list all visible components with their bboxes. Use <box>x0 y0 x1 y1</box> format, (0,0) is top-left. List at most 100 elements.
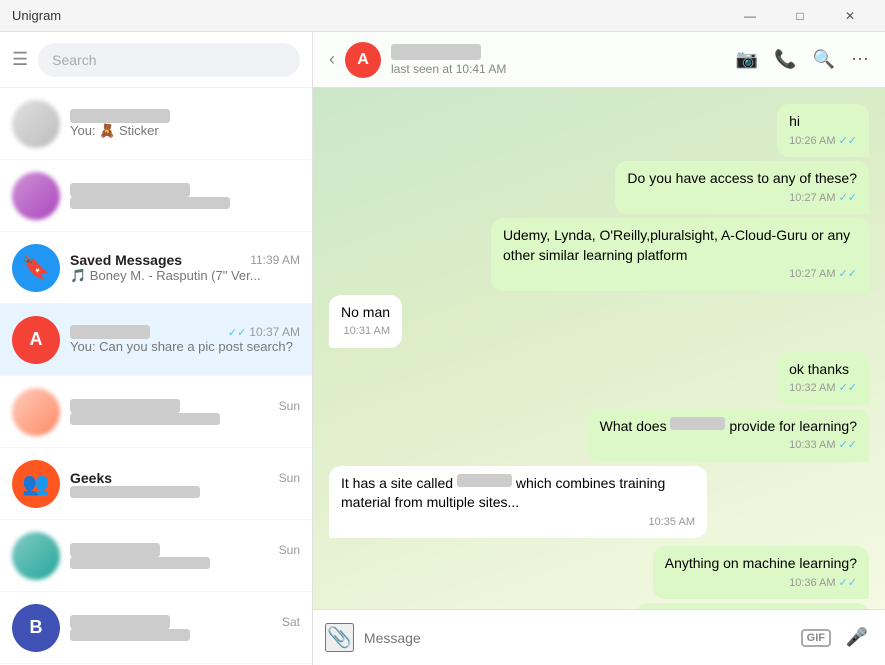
chat-info: Sun <box>70 399 300 425</box>
window-controls: — □ ✕ <box>727 0 873 32</box>
contact-avatar: A <box>345 42 381 78</box>
message-time: 10:27 AM <box>789 191 835 206</box>
search-icon[interactable]: 🔍 <box>813 49 835 70</box>
chat-preview: You: Can you share a pic post search? <box>70 339 300 354</box>
more-options-icon[interactable]: ⋯ <box>851 49 869 70</box>
contact-status: last seen at 10:41 AM <box>391 62 726 76</box>
message-time: 10:27 AM <box>789 267 835 282</box>
message-time: 10:32 AM <box>789 381 835 396</box>
chat-header: ‹ A last seen at 10:41 AM 📷 📞 🔍 ⋯ <box>313 32 885 88</box>
avatar <box>12 532 60 580</box>
message-text: Anything on machine learning? <box>665 555 857 571</box>
app-title: Unigram <box>12 8 61 23</box>
message-text: What does <box>600 418 671 434</box>
mic-button[interactable]: 🎤 <box>841 622 873 654</box>
search-box[interactable]: Search <box>38 43 300 77</box>
chat-item[interactable] <box>0 160 312 232</box>
chat-name: Geeks <box>70 470 112 486</box>
chat-time: ✓✓ 10:37 AM <box>228 325 300 339</box>
message-text: Do you have access to any of these? <box>627 170 857 186</box>
avatar: 👥 <box>12 460 60 508</box>
chat-info: You: 🧸 Sticker <box>70 109 300 139</box>
avatar <box>12 172 60 220</box>
chat-item-saved-messages[interactable]: 🔖 Saved Messages 11:39 AM 🎵 Boney M. - R… <box>0 232 312 304</box>
chat-name <box>70 109 170 123</box>
message-bubble: hi 10:26 AM ✓✓ <box>777 104 869 157</box>
avatar <box>12 388 60 436</box>
chat-item[interactable]: Sun <box>0 520 312 592</box>
chat-time: 11:39 AM <box>250 253 300 267</box>
chat-item[interactable]: You: 🧸 Sticker <box>0 88 312 160</box>
back-button[interactable]: ‹ <box>329 49 335 70</box>
chat-info: Sun <box>70 543 300 569</box>
chat-item-active[interactable]: A ✓✓ 10:37 AM You: Can you share a pic p… <box>0 304 312 376</box>
message-ticks: ✓✓ <box>839 576 857 591</box>
message-ticks: ✓✓ <box>839 191 857 206</box>
message-bubble: No man 10:31 AM <box>329 295 402 348</box>
chat-list: You: 🧸 Sticker 🔖 <box>0 88 312 665</box>
message-bubble: Do you have access to any of these? 10:2… <box>615 161 869 214</box>
chat-info: Saved Messages 11:39 AM 🎵 Boney M. - Ras… <box>70 252 300 284</box>
chat-info <box>70 183 300 209</box>
message-bubble: It has a site called which combines trai… <box>329 466 707 539</box>
chat-time: Sat <box>282 615 300 629</box>
chat-preview <box>70 197 300 209</box>
chat-time: Sun <box>279 543 300 557</box>
chat-name <box>70 543 160 557</box>
message-time: 10:36 AM <box>789 576 835 591</box>
message-bubble: Anything on machine learning? 10:36 AM ✓… <box>653 546 869 599</box>
minimize-button[interactable]: — <box>727 0 773 32</box>
message-text: No man <box>341 304 390 320</box>
message-bubble: Can you share a pic post search? 10:37 A… <box>636 603 869 609</box>
call-icon[interactable]: 📞 <box>774 49 796 70</box>
message-bubble: Udemy, Lynda, O'Reilly,pluralsight, A-Cl… <box>491 218 869 291</box>
chat-name <box>70 399 180 413</box>
message-ticks: ✓✓ <box>839 438 857 453</box>
avatar: A <box>12 316 60 364</box>
message-input[interactable] <box>364 619 791 657</box>
chat-preview: You: 🧸 Sticker <box>70 123 300 139</box>
chat-name: Saved Messages <box>70 252 182 268</box>
titlebar: Unigram — □ ✕ <box>0 0 885 32</box>
chat-time: Sun <box>279 471 300 485</box>
header-actions: 📷 📞 🔍 ⋯ <box>736 49 869 70</box>
message-bubble: What does provide for learning? 10:33 AM… <box>588 409 869 462</box>
message-text: It has a site called <box>341 475 457 491</box>
message-input-area: 📎 GIF 🎤 <box>313 609 885 665</box>
chat-name <box>70 325 150 339</box>
chat-info: ✓✓ 10:37 AM You: Can you share a pic pos… <box>70 325 300 354</box>
message-text: ok thanks <box>789 361 849 377</box>
chat-name <box>70 615 170 629</box>
avatar: 🔖 <box>12 244 60 292</box>
message-text: Udemy, Lynda, O'Reilly,pluralsight, A-Cl… <box>503 227 850 263</box>
message-text: hi <box>789 113 800 129</box>
message-ticks: ✓✓ <box>839 381 857 396</box>
menu-icon[interactable]: ☰ <box>12 49 28 70</box>
chat-info: Geeks Sun <box>70 470 300 498</box>
message-time: 10:35 AM <box>649 515 695 530</box>
chat-item-geeks[interactable]: 👥 Geeks Sun <box>0 448 312 520</box>
attach-button[interactable]: 📎 <box>325 623 354 652</box>
chat-item[interactable]: B Sat <box>0 592 312 664</box>
close-button[interactable]: ✕ <box>827 0 873 32</box>
sidebar: ☰ Search You: 🧸 Sticker <box>0 32 313 665</box>
message-time: 10:26 AM <box>789 134 835 149</box>
video-call-icon[interactable]: 📷 <box>736 49 758 70</box>
message-ticks: ✓✓ <box>839 267 857 282</box>
message-ticks: ✓✓ <box>839 134 857 149</box>
avatar: B <box>12 604 60 652</box>
message-time: 10:31 AM <box>344 324 390 339</box>
contact-info: last seen at 10:41 AM <box>391 44 726 76</box>
contact-name <box>391 44 481 60</box>
avatar <box>12 100 60 148</box>
chat-time: Sun <box>279 399 300 413</box>
chat-item[interactable]: Sun <box>0 376 312 448</box>
chat-name <box>70 183 190 197</box>
chat-info: Sat <box>70 615 300 641</box>
messages-area: hi 10:26 AM ✓✓ Do you have access to any… <box>313 88 885 609</box>
message-time: 10:33 AM <box>789 438 835 453</box>
sidebar-header: ☰ Search <box>0 32 312 88</box>
chat-preview: 🎵 Boney M. - Rasputin (7" Ver... <box>70 268 300 284</box>
maximize-button[interactable]: □ <box>777 0 823 32</box>
gif-button[interactable]: GIF <box>801 629 831 647</box>
